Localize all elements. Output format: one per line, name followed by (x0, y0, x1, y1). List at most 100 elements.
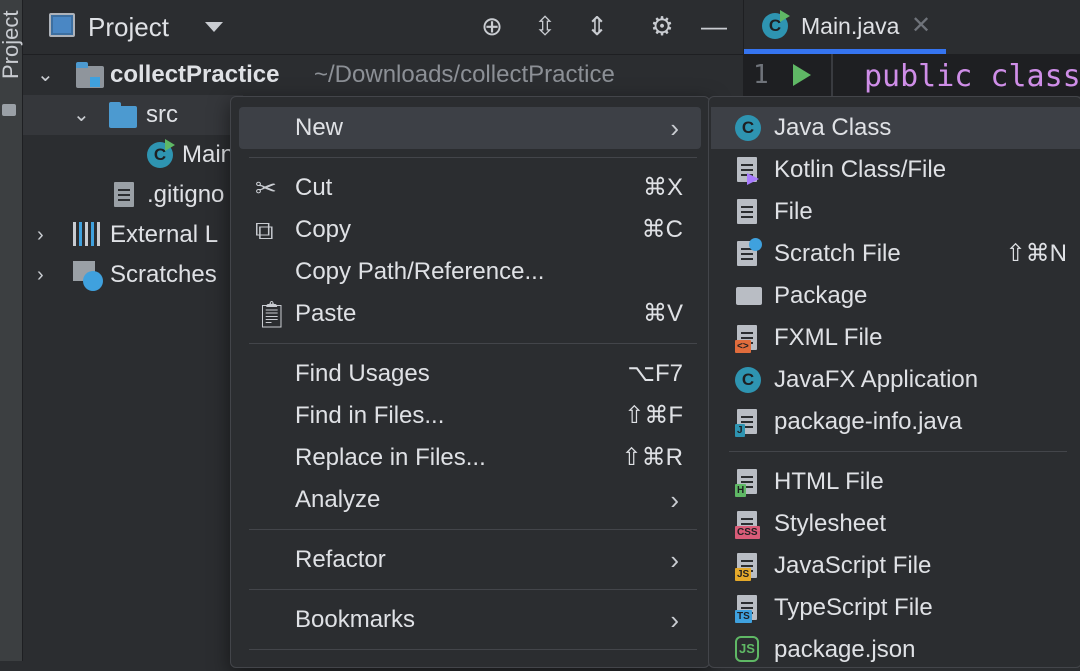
run-gutter-icon[interactable] (793, 64, 811, 86)
tree-item-src[interactable]: ⌄ src (23, 95, 243, 135)
clipboard-icon: 📋︎ (255, 299, 289, 329)
tree-item-label: Main (182, 141, 235, 168)
submenu-item-scratch-file[interactable]: Scratch File ⇧⌘N (711, 233, 1080, 275)
menu-shortcut: ⌘C (641, 216, 683, 243)
menu-item-find-usages[interactable]: Find Usages ⌥F7 (239, 353, 701, 395)
menu-item-label: Copy (295, 216, 352, 243)
tree-item-gitignore[interactable]: .gitigno (23, 175, 243, 215)
chevron-down-icon[interactable]: ⌄ (37, 55, 54, 95)
menu-shortcut: ⌥F7 (627, 360, 683, 387)
submenu-item-javafx[interactable]: C JavaFX Application (711, 359, 1080, 401)
menu-item-label: TypeScript File (774, 594, 933, 621)
gutter-divider (831, 54, 833, 96)
crosshair-icon[interactable]: ⊕ (478, 12, 506, 40)
menu-item-label: package.json (774, 636, 916, 663)
menu-item-label: JavaScript File (774, 552, 932, 579)
menu-item-bookmarks[interactable]: Bookmarks › (239, 599, 701, 641)
kotlin-badge-icon (747, 173, 759, 185)
project-panel-header: Project ⊕ ⇳ ⇕ ⚙ — (23, 0, 743, 55)
gear-icon[interactable]: ⚙ (648, 12, 676, 40)
chevron-down-icon[interactable] (205, 22, 223, 32)
menu-item-label: Find Usages (295, 360, 430, 387)
tab-label: Main.java (801, 13, 900, 39)
context-menu: New › ✂ Cut ⌘X ⧉ Copy ⌘C Copy Path/Refer… (230, 96, 710, 668)
submenu-item-package[interactable]: Package (711, 275, 1080, 317)
module-badge-icon (90, 77, 100, 87)
copy-icon: ⧉ (255, 215, 274, 245)
menu-item-label: Copy Path/Reference... (295, 258, 545, 285)
menu-shortcut: ⌘V (642, 300, 683, 327)
menu-item-copy[interactable]: ⧉ Copy ⌘C (239, 209, 701, 251)
submenu-item-typescript[interactable]: TS TypeScript File (711, 587, 1080, 629)
chevron-right-icon[interactable]: › (37, 215, 44, 255)
submenu-item-file[interactable]: File (711, 191, 1080, 233)
menu-item-label: JavaFX Application (774, 366, 979, 393)
chevron-down-icon[interactable]: ⌄ (73, 95, 90, 135)
submenu-item-kotlin[interactable]: Kotlin Class/File (711, 149, 1080, 191)
tree-item-main[interactable]: C Main (23, 135, 243, 175)
close-icon[interactable]: ✕ (911, 11, 931, 40)
submenu-item-stylesheet[interactable]: CSS Stylesheet (711, 503, 1080, 545)
ts-badge-icon: TS (735, 610, 752, 623)
menu-shortcut: ⇧⌘R (621, 444, 683, 471)
chevron-right-icon: › (670, 113, 679, 143)
menu-item-new[interactable]: New › (239, 107, 701, 149)
collapse-all-icon[interactable]: ⇕ (583, 12, 611, 40)
tab-main-java[interactable]: C Main.java ✕ (743, 0, 947, 54)
menu-item-cut[interactable]: ✂ Cut ⌘X (239, 167, 701, 209)
java-class-icon: C (735, 115, 761, 141)
chevron-right-icon: › (670, 605, 679, 635)
chevron-right-icon: › (670, 545, 679, 575)
submenu-item-package-info[interactable]: J package-info.java (711, 401, 1080, 443)
tree-item-root[interactable]: ⌄ collectPractice ~/Downloads/collectPra… (23, 55, 743, 95)
new-submenu: C Java Class Kotlin Class/File File Scra… (708, 96, 1080, 668)
folder-icon (2, 104, 16, 116)
js-badge-icon: JS (735, 568, 752, 581)
menu-item-label: Scratch File (774, 240, 901, 267)
chevron-right-icon: › (670, 485, 679, 515)
ignored-file-icon (114, 182, 134, 207)
tree-root-path: ~/Downloads/collectPractice (314, 61, 615, 88)
menu-divider (729, 451, 1067, 452)
fxml-badge-icon: <> (735, 340, 751, 353)
submenu-item-fxml[interactable]: <> FXML File (711, 317, 1080, 359)
source-folder-icon (109, 102, 137, 128)
menu-item-analyze[interactable]: Analyze › (239, 479, 701, 521)
expand-all-icon[interactable]: ⇳ (531, 12, 559, 40)
menu-item-label: HTML File (774, 468, 884, 495)
menu-item-refactor[interactable]: Refactor › (239, 539, 701, 581)
clock-icon (749, 238, 762, 251)
tree-item-label: External L (110, 221, 219, 248)
menu-item-copy-path[interactable]: Copy Path/Reference... (239, 251, 701, 293)
menu-item-label: Replace in Files... (295, 444, 486, 471)
run-badge-icon (780, 10, 790, 22)
menu-item-paste[interactable]: 📋︎ Paste ⌘V (239, 293, 701, 335)
menu-item-label: New (295, 114, 344, 141)
menu-item-replace-in-files[interactable]: Replace in Files... ⇧⌘R (239, 437, 701, 479)
submenu-item-java-class[interactable]: C Java Class (711, 107, 1080, 149)
css-badge-icon: CSS (735, 526, 760, 539)
tree-item-label: .gitigno (147, 181, 225, 208)
tree-item-label: src (146, 101, 178, 128)
tree-item-external-libraries[interactable]: › External L (23, 215, 243, 255)
submenu-item-package-json[interactable]: JS package.json (711, 629, 1080, 671)
project-window-icon (49, 13, 75, 37)
menu-item-find-in-files[interactable]: Find in Files... ⇧⌘F (239, 395, 701, 437)
menu-divider (249, 649, 697, 650)
menu-item-label: FXML File (774, 324, 883, 351)
project-tool-button[interactable]: Project (0, 0, 23, 90)
chevron-right-icon[interactable]: › (37, 255, 44, 295)
nodejs-icon: JS (735, 636, 759, 662)
menu-shortcut: ⌘X (642, 174, 683, 201)
project-view-selector[interactable]: Project (88, 12, 169, 43)
submenu-item-javascript[interactable]: JS JavaScript File (711, 545, 1080, 587)
menu-item-label: Find in Files... (295, 402, 445, 429)
html-badge-icon: H (735, 484, 747, 497)
menu-item-label: Kotlin Class/File (774, 156, 947, 183)
tree-item-scratches[interactable]: › Scratches (23, 255, 243, 295)
tree-root-name: collectPractice (110, 61, 280, 88)
submenu-item-html[interactable]: H HTML File (711, 461, 1080, 503)
menu-divider (249, 589, 697, 590)
code-editor[interactable]: 1 public class (743, 54, 1080, 96)
minimize-icon[interactable]: — (700, 12, 728, 40)
